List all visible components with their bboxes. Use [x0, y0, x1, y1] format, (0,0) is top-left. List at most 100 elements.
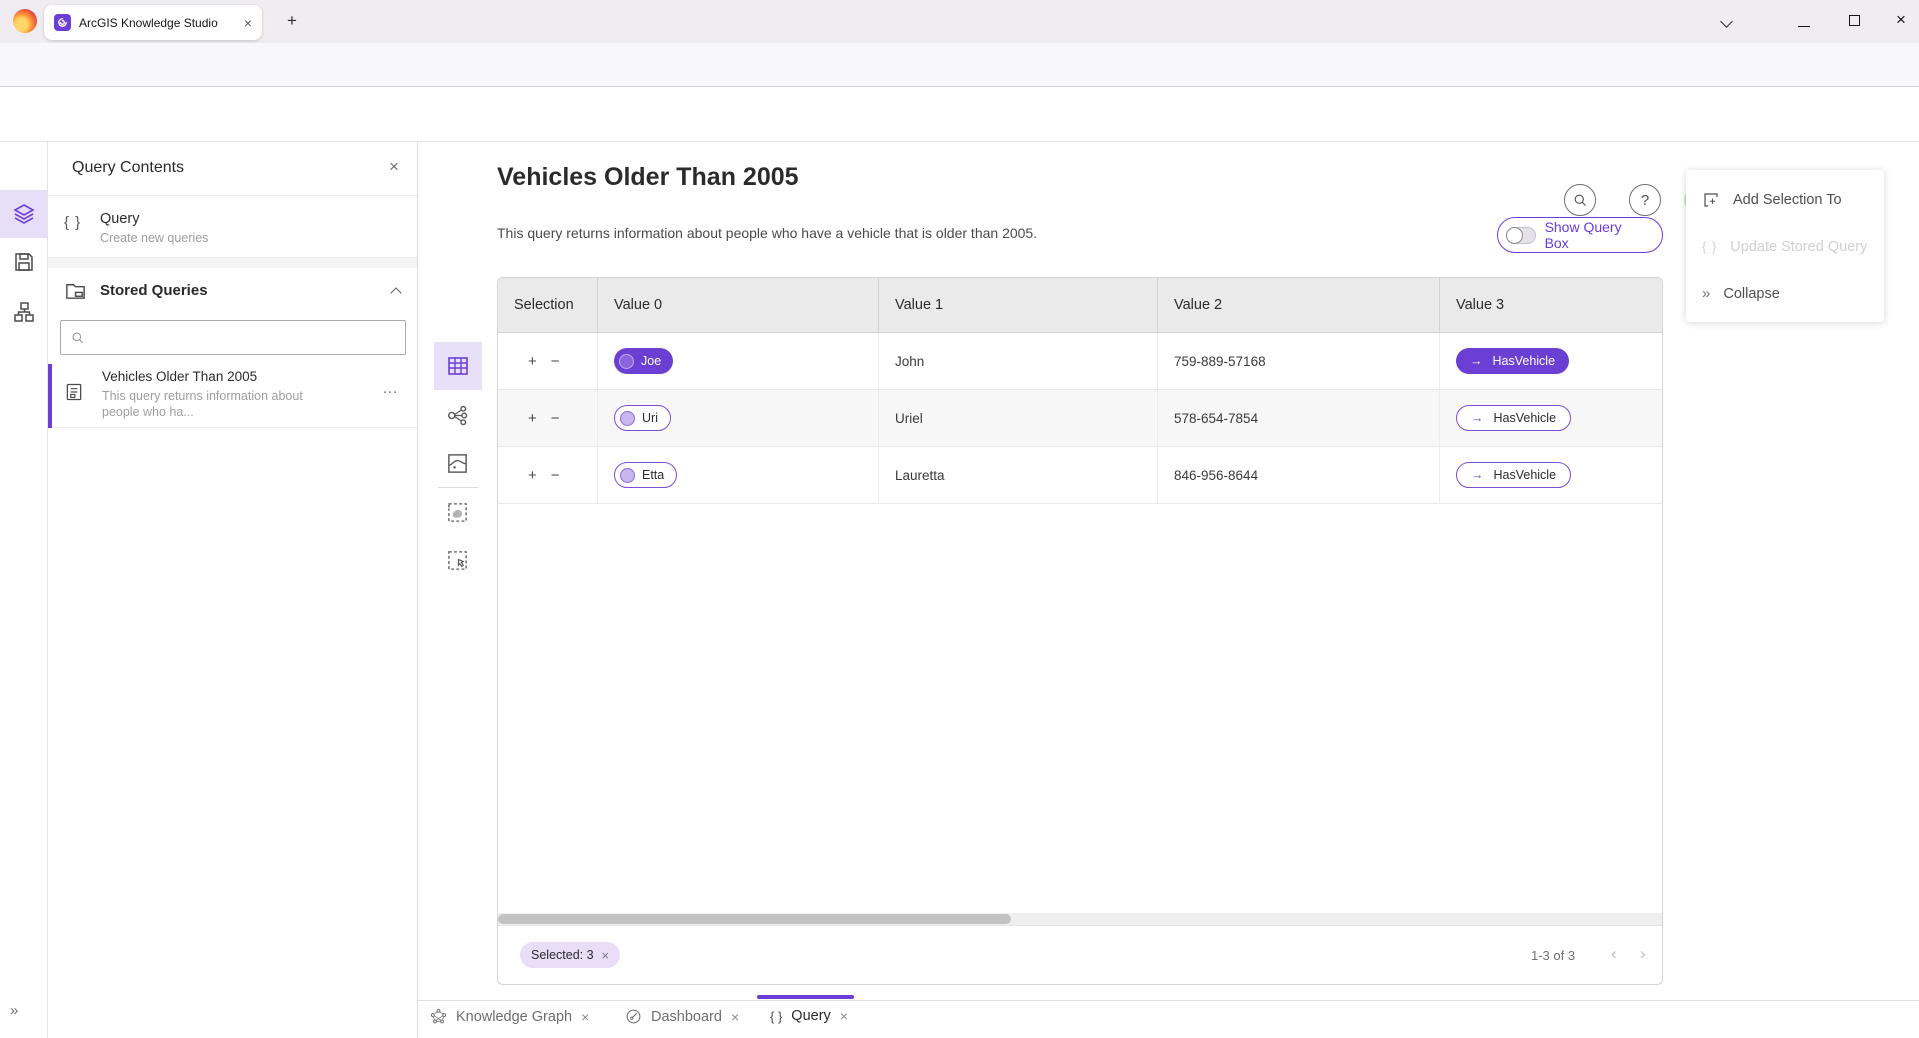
add-selection-to-icon [1702, 191, 1720, 209]
browser-tab[interactable]: ArcGIS Knowledge Studio × [44, 5, 262, 40]
remove-selection-icon[interactable]: − [551, 353, 560, 370]
selected-indicator-bar [48, 364, 52, 428]
list-tabs-chevron-icon[interactable] [1720, 15, 1733, 28]
window-minimize-button[interactable] [1798, 26, 1810, 27]
cell-value1: Uriel [879, 390, 1158, 446]
app-header: Certification Project ? PL publisher2 la… [0, 87, 1919, 142]
close-tab-icon[interactable]: × [840, 1008, 848, 1024]
table-footer: Selected: 3 × 1-3 of 3 ‹ › [498, 925, 1662, 984]
column-header-value1[interactable]: Value 1 [879, 278, 1158, 332]
selection-tool[interactable] [446, 549, 469, 572]
entity-dot-icon [620, 468, 635, 483]
selected-count-label: Selected: 3 [531, 948, 594, 962]
pagination-info: 1-3 of 3 [1531, 948, 1575, 963]
knowledge-graph-icon [430, 1008, 447, 1025]
window-maximize-button[interactable] [1849, 15, 1860, 26]
remove-selection-icon[interactable]: − [551, 410, 560, 427]
cell-value2: 846-956-8644 [1158, 447, 1440, 503]
page-description: This query returns information about peo… [497, 225, 1037, 241]
window-close-button[interactable]: × [1896, 10, 1906, 30]
toggle-switch[interactable] [1506, 227, 1536, 244]
close-tab-icon[interactable]: × [731, 1009, 739, 1025]
close-tab-icon[interactable]: × [581, 1009, 589, 1025]
tab-label: Knowledge Graph [456, 1009, 572, 1025]
add-selection-icon[interactable]: + [528, 353, 537, 370]
table-row[interactable]: + − Joe John 759-889-57168 →HasVehicle [498, 333, 1662, 390]
tab-query[interactable]: { } Query × [770, 1008, 848, 1024]
stored-query-title: Vehicles Older Than 2005 [102, 369, 257, 384]
select-features-tool[interactable] [446, 501, 469, 524]
map-tool[interactable] [446, 452, 469, 475]
page-title: Vehicles Older Than 2005 [497, 163, 799, 192]
folder-icon [64, 279, 87, 302]
search-icon [71, 331, 85, 345]
entity-dot-icon [620, 411, 635, 426]
panel-close-icon[interactable]: × [389, 157, 399, 177]
stored-queries-searchbox[interactable] [60, 320, 406, 355]
layers-rail-item-selected[interactable] [0, 190, 47, 238]
table-row[interactable]: + − Etta Lauretta 846-956-8644 →HasVehic… [498, 447, 1662, 504]
link-chart-tool[interactable] [446, 404, 469, 427]
new-tab-button[interactable]: + [287, 11, 297, 31]
braces-icon: { } [64, 214, 81, 231]
column-header-value0[interactable]: Value 0 [598, 278, 879, 332]
table-context-menu: Add Selection To { } Update Stored Query… [1686, 170, 1884, 322]
menu-item-label: Collapse [1723, 286, 1779, 302]
entity-pill[interactable]: Joe [614, 348, 673, 374]
table-view-tool-selected[interactable] [434, 342, 482, 390]
entity-pill[interactable]: Uri [614, 405, 671, 431]
table-row[interactable]: + − Uri Uriel 578-654-7854 →HasVehicle [498, 390, 1662, 447]
search-button[interactable] [1564, 184, 1596, 216]
active-tab-indicator [757, 995, 854, 999]
relationship-pill[interactable]: →HasVehicle [1456, 405, 1571, 431]
tab-label: Query [791, 1008, 831, 1024]
search-input[interactable] [93, 330, 395, 345]
double-chevron-icon: » [1702, 285, 1710, 302]
horizontal-scrollbar[interactable] [498, 913, 1662, 925]
add-selection-icon[interactable]: + [528, 467, 537, 484]
browser-nav-bar: ← → ↻ https://dev0028833.esri.com/portal… [0, 43, 1919, 87]
column-header-value2[interactable]: Value 2 [1158, 278, 1440, 332]
cell-value1: John [879, 333, 1158, 389]
table-header-row: Selection Value 0 Value 1 Value 2 Value … [498, 278, 1662, 333]
query-item[interactable] [48, 196, 417, 258]
column-header-value3[interactable]: Value 3 [1440, 278, 1662, 332]
more-options-icon[interactable]: … [382, 380, 399, 398]
braces-icon: { } [770, 1009, 782, 1024]
browser-tab-bar: ArcGIS Knowledge Studio × + × [0, 0, 1919, 43]
entity-pill[interactable]: Etta [614, 462, 677, 488]
show-query-box-toggle[interactable]: Show Query Box [1497, 217, 1663, 253]
scrollbar-thumb[interactable] [498, 914, 1011, 924]
clear-selection-icon[interactable]: × [602, 948, 610, 963]
selected-count-chip[interactable]: Selected: 3 × [520, 942, 620, 968]
arrow-right-icon: → [1471, 411, 1484, 425]
tab-knowledge-graph[interactable]: Knowledge Graph × [430, 1008, 589, 1025]
stored-query-description: This query returns information about peo… [102, 388, 334, 420]
previous-page-icon[interactable]: ‹ [1611, 944, 1617, 964]
save-rail-icon[interactable] [12, 250, 36, 274]
panel-divider [48, 258, 417, 268]
tab-title: ArcGIS Knowledge Studio [79, 16, 236, 30]
tab-dashboard[interactable]: Dashboard × [625, 1008, 739, 1025]
relationship-pill[interactable]: →HasVehicle [1456, 348, 1569, 374]
tab-close-icon[interactable]: × [244, 16, 252, 30]
menu-item-collapse[interactable]: » Collapse [1686, 270, 1884, 317]
relationship-pill[interactable]: →HasVehicle [1456, 462, 1571, 488]
column-header-selection[interactable]: Selection [498, 278, 598, 332]
knowledge-graph-rail-icon[interactable] [12, 300, 36, 324]
question-icon: ? [1641, 192, 1649, 209]
add-selection-icon[interactable]: + [528, 410, 537, 427]
query-item-title: Query [100, 211, 140, 227]
firefox-icon[interactable] [13, 9, 37, 33]
menu-item-add-selection-to[interactable]: Add Selection To [1686, 176, 1884, 223]
show-query-box-label: Show Query Box [1545, 219, 1648, 251]
menu-item-update-stored-query[interactable]: { } Update Stored Query [1686, 223, 1884, 270]
expand-rail-icon[interactable]: » [10, 1002, 18, 1019]
left-rail [0, 142, 48, 1038]
remove-selection-icon[interactable]: − [551, 467, 560, 484]
dashboard-icon [625, 1008, 642, 1025]
next-page-icon[interactable]: › [1640, 944, 1646, 964]
help-button[interactable]: ? [1629, 184, 1661, 216]
braces-icon: { } [1702, 239, 1717, 254]
query-results-table: Selection Value 0 Value 1 Value 2 Value … [497, 277, 1663, 985]
